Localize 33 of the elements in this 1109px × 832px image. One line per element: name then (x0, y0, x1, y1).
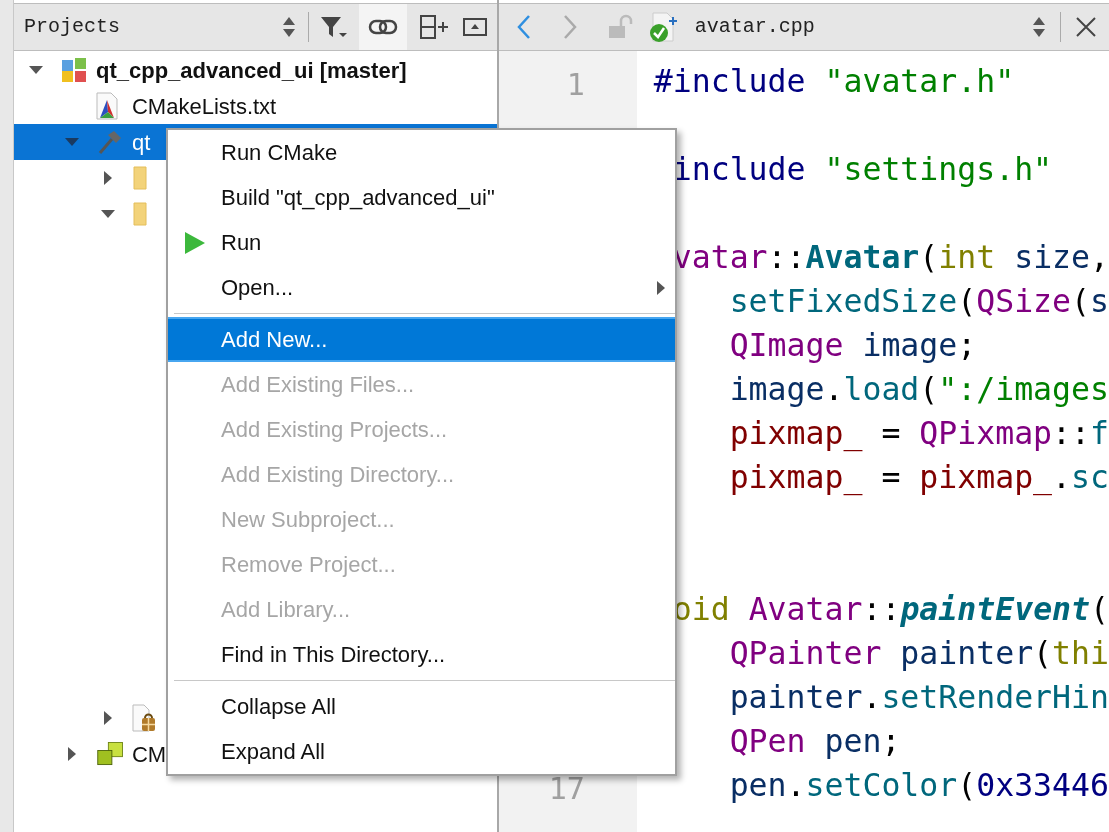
line-number: 17 (548, 774, 585, 804)
tree-item-label: CM (131, 740, 167, 769)
code-line: pen.setColor(0x33446 (729, 766, 1109, 806)
tree-item-label: qt (131, 128, 151, 157)
panel-title: Projects (23, 14, 120, 40)
code-line: QImage image; (729, 326, 977, 366)
menu-item-label: Add Existing Files... (221, 371, 415, 399)
tree-item-label: qt_cpp_advanced_ui [master] (95, 56, 407, 85)
code-line: QPainter painter(thi (729, 634, 1109, 674)
code-line: vatar::Avatar(int size, (672, 238, 1109, 278)
code-line: pixmap_ = pixmap_.sc (729, 458, 1109, 498)
code-line: #include "avatar.h" (653, 62, 1015, 102)
menu-item-label: Add Existing Directory... (221, 461, 455, 489)
line-number: 1 (566, 70, 585, 100)
menu-item-label: Add New... (221, 326, 328, 354)
tree-item-label: CMakeLists.txt (131, 92, 277, 121)
menu-item-label: Run CMake (221, 139, 338, 167)
code-line: include "settings.h" (672, 150, 1053, 190)
menu-item-label: Build "qt_cpp_advanced_ui" (221, 184, 495, 212)
code-line: painter.setRenderHin (729, 678, 1109, 718)
menu-item-label: Add Existing Projects... (221, 416, 448, 444)
menu-item-label: Find in This Directory... (221, 641, 446, 669)
menu-item-label: Expand All (221, 738, 325, 766)
menu-item-label: New Subproject... (221, 506, 395, 534)
menu-item-label: Open... (221, 274, 294, 302)
code-line: QPen pen; (729, 722, 901, 762)
menu-item-label: Remove Project... (221, 551, 396, 579)
code-line: image.load(":/images (729, 370, 1109, 410)
code-line: pixmap_ = QPixmap::f (729, 414, 1109, 454)
code-line: setFixedSize(QSize(s (729, 282, 1109, 322)
menu-item-label: Add Library... (221, 596, 351, 624)
menu-item-label: Collapse All (221, 693, 336, 721)
menu-item-label: Run (221, 229, 262, 257)
